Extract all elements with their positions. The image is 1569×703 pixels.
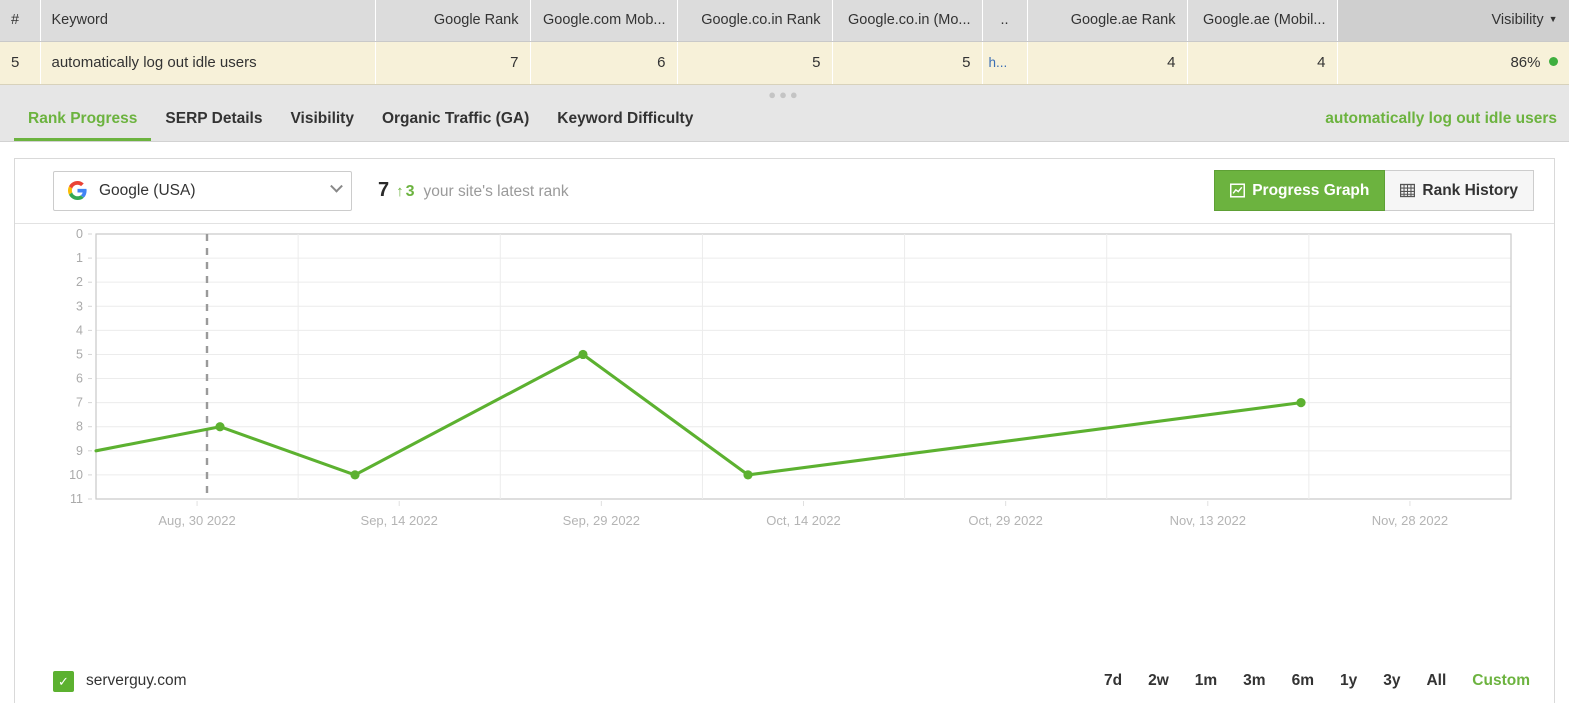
progress-graph-label: Progress Graph <box>1252 181 1370 199</box>
grid-icon <box>1400 183 1416 198</box>
range-custom[interactable]: Custom <box>1472 672 1530 690</box>
table-header-row: # Keyword Google Rank Google.com Mob... … <box>0 0 1569 42</box>
keyword-table: # Keyword Google Rank Google.com Mob... … <box>0 0 1569 85</box>
tab-serp-details[interactable]: SERP Details <box>151 110 276 141</box>
svg-text:Nov, 28 2022: Nov, 28 2022 <box>1372 513 1448 528</box>
svg-text:4: 4 <box>76 323 83 337</box>
tab-organic-traffic[interactable]: Organic Traffic (GA) <box>368 110 543 141</box>
search-engine-name: Google (USA) <box>99 181 196 199</box>
cell-google-rank: 7 <box>375 41 531 85</box>
svg-text:8: 8 <box>76 419 83 433</box>
legend-checkbox-checked-icon[interactable]: ✓ <box>53 670 74 692</box>
chart-footer: ✓ serverguy.com 7d 2w 1m 3m 6m 1y 3y All… <box>15 670 1554 692</box>
range-7d[interactable]: 7d <box>1104 672 1122 690</box>
cell-google-coin-rank: 5 <box>677 41 833 85</box>
svg-text:Oct, 14 2022: Oct, 14 2022 <box>766 513 840 528</box>
date-range-group: 7d 2w 1m 3m 6m 1y 3y All Custom <box>1104 672 1530 690</box>
search-engine-select[interactable]: Google (USA) <box>53 170 352 211</box>
svg-text:6: 6 <box>76 371 83 385</box>
column-header-more[interactable]: .. <box>982 0 1028 42</box>
chart-toolbar: Google (USA) 7 ↑ 3 your site's latest ra… <box>15 159 1554 224</box>
tab-keyword-difficulty[interactable]: Keyword Difficulty <box>543 110 707 141</box>
detail-tabbar: ●●● Rank Progress SERP Details Visibilit… <box>0 84 1569 142</box>
chart-canvas: 0 1 2 3 4 5 6 7 8 9 10 11 Aug, 30 2022 Sep, 14 2022 Se… <box>69 227 1512 528</box>
drag-handle-icon[interactable]: ●●● <box>0 88 1569 101</box>
svg-text:10: 10 <box>69 467 83 481</box>
svg-text:Oct, 29 2022: Oct, 29 2022 <box>968 513 1042 528</box>
latest-rank-caption: your site's latest rank <box>423 183 569 200</box>
chart-icon <box>1230 183 1246 198</box>
range-2w[interactable]: 2w <box>1148 672 1169 690</box>
chevron-down-icon <box>330 179 343 193</box>
legend-item-serverguy[interactable]: ✓ serverguy.com <box>53 670 187 692</box>
tab-rank-progress[interactable]: Rank Progress <box>14 110 152 141</box>
cell-visibility: 86% <box>1337 41 1569 85</box>
rank-up-arrow-icon: ↑ <box>396 183 404 200</box>
svg-text:3: 3 <box>76 299 83 313</box>
active-keyword-label: automatically log out idle users <box>1325 109 1557 127</box>
svg-text:1: 1 <box>76 251 83 265</box>
column-header-visibility[interactable]: Visibility ▼ <box>1337 0 1569 42</box>
column-header-google-ae-mobile[interactable]: Google.ae (Mobil... <box>1187 0 1338 42</box>
range-all[interactable]: All <box>1426 672 1446 690</box>
svg-text:11: 11 <box>70 492 83 506</box>
progress-graph-button[interactable]: Progress Graph <box>1214 170 1386 211</box>
rank-progress-panel: Google (USA) 7 ↑ 3 your site's latest ra… <box>14 157 1555 703</box>
cell-google-coin-mobile: 5 <box>832 41 983 85</box>
column-header-google-com-mobile[interactable]: Google.com Mob... <box>530 0 678 42</box>
table-row[interactable]: 5 automatically log out idle users 7 6 5… <box>0 41 1569 85</box>
range-3y[interactable]: 3y <box>1383 672 1400 690</box>
rank-history-button[interactable]: Rank History <box>1385 170 1534 211</box>
latest-rank-summary: 7 ↑ 3 your site's latest rank <box>378 179 569 202</box>
column-header-google-rank[interactable]: Google Rank <box>375 0 531 42</box>
google-logo-icon <box>68 181 87 200</box>
rank-history-label: Rank History <box>1422 181 1518 199</box>
visibility-value: 86% <box>1510 54 1541 71</box>
rank-delta-value: 3 <box>405 183 415 200</box>
rank-progress-chart: 0 1 2 3 4 5 6 7 8 9 10 11 Aug, 30 2022 Sep, 14 2022 Se… <box>15 224 1554 703</box>
tab-visibility[interactable]: Visibility <box>277 110 368 141</box>
svg-text:9: 9 <box>76 443 83 457</box>
view-toggle-group: Progress Graph Rank History <box>1214 170 1534 211</box>
latest-rank-value: 7 <box>378 179 390 201</box>
svg-text:Sep, 29 2022: Sep, 29 2022 <box>563 513 640 528</box>
svg-text:0: 0 <box>76 227 83 241</box>
tab-list: Rank Progress SERP Details Visibility Or… <box>0 110 707 141</box>
column-header-keyword[interactable]: Keyword <box>40 0 376 42</box>
column-header-google-coin-rank[interactable]: Google.co.in Rank <box>677 0 833 42</box>
range-3m[interactable]: 3m <box>1243 672 1265 690</box>
column-header-google-coin-mobile[interactable]: Google.co.in (Mo... <box>832 0 983 42</box>
svg-text:5: 5 <box>76 347 83 361</box>
column-header-google-ae-rank[interactable]: Google.ae Rank <box>1027 0 1188 42</box>
cell-google-com-mobile: 6 <box>530 41 678 85</box>
svg-text:Nov, 13 2022: Nov, 13 2022 <box>1170 513 1246 528</box>
column-header-visibility-label: Visibility <box>1491 12 1544 29</box>
column-header-index[interactable]: # <box>0 0 41 42</box>
svg-text:Sep, 14 2022: Sep, 14 2022 <box>361 513 438 528</box>
cell-url-link[interactable]: h... <box>982 41 1028 85</box>
cell-google-ae-rank: 4 <box>1027 41 1188 85</box>
cell-keyword[interactable]: automatically log out idle users <box>40 41 376 85</box>
svg-text:7: 7 <box>76 395 83 409</box>
svg-text:2: 2 <box>76 275 83 289</box>
cell-google-ae-mobile: 4 <box>1187 41 1338 85</box>
range-1y[interactable]: 1y <box>1340 672 1357 690</box>
range-6m[interactable]: 6m <box>1292 672 1314 690</box>
sort-descending-icon: ▼ <box>1548 14 1558 25</box>
svg-text:Aug, 30 2022: Aug, 30 2022 <box>158 513 235 528</box>
legend-label: serverguy.com <box>86 672 187 689</box>
cell-index: 5 <box>0 41 41 85</box>
range-1m[interactable]: 1m <box>1195 672 1217 690</box>
visibility-status-dot-icon <box>1548 57 1558 66</box>
